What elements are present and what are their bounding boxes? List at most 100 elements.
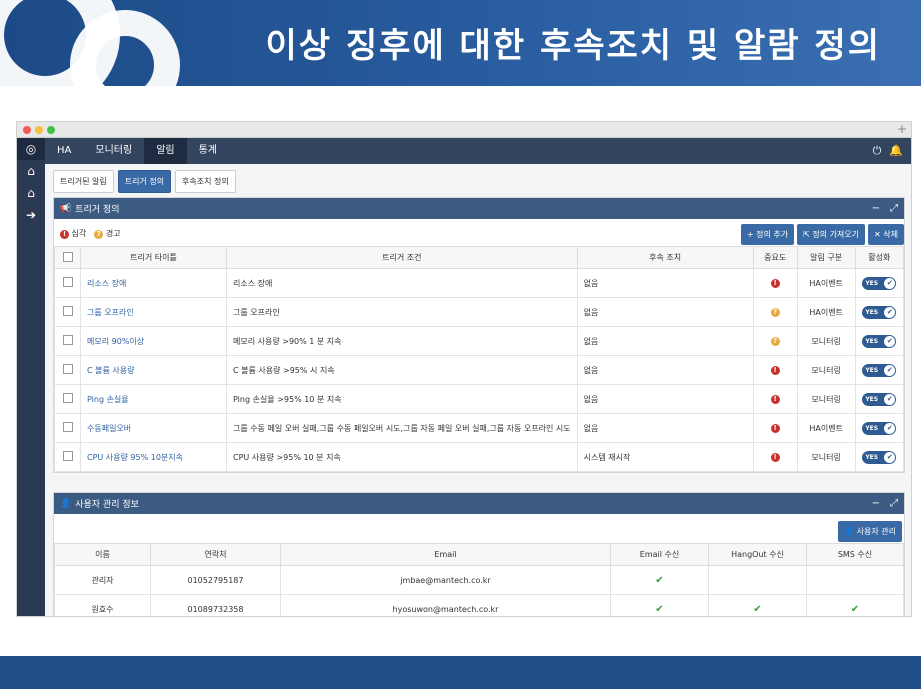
sidebar: ◎ ⌂ ⌂ ➔ bbox=[17, 138, 45, 616]
enabled-toggle[interactable]: YES ✔ bbox=[862, 276, 897, 290]
tab-triggered-alerts[interactable]: 트리거된 알림 bbox=[53, 170, 114, 193]
check-icon: ✔ bbox=[753, 603, 762, 615]
trigger-condition: 메모리 사용량 >90% 1 분 지속 bbox=[226, 326, 578, 356]
row-checkbox[interactable] bbox=[62, 451, 73, 461]
delete-button[interactable]: ✕ 삭제 bbox=[868, 224, 904, 245]
top-navigation: HA 모니터링 알림 통계 ⏻ 🔔 bbox=[45, 138, 911, 164]
critical-icon: ! bbox=[770, 424, 780, 433]
row-checkbox[interactable] bbox=[62, 393, 73, 403]
home-icon[interactable]: ⌂ bbox=[17, 160, 45, 182]
enabled-toggle[interactable]: YES ✔ bbox=[862, 305, 897, 319]
trigger-row[interactable]: CPU 사용량 95% 10분지속 CPU 사용량 >95% 10 분 지속 시스템… bbox=[54, 442, 905, 472]
followup-action: 없음 bbox=[576, 384, 754, 414]
row-checkbox[interactable] bbox=[62, 277, 73, 287]
delete-label: 삭제 bbox=[883, 230, 898, 239]
megaphone-icon: 📢 bbox=[60, 203, 72, 214]
followup-action: 없음 bbox=[576, 355, 754, 385]
col-sms-rx: SMS 수신 bbox=[806, 543, 904, 566]
power-icon[interactable]: ⏻ bbox=[873, 144, 882, 158]
check-icon: ✔ bbox=[884, 451, 896, 463]
check-icon: ✔ bbox=[884, 364, 896, 376]
toggle-label: YES bbox=[865, 424, 879, 432]
nav-item-alerts[interactable]: 알림 bbox=[144, 138, 187, 164]
row-checkbox[interactable] bbox=[62, 306, 73, 316]
tab-followup-definition[interactable]: 후속조치 정의 bbox=[175, 170, 236, 193]
col-severity: 중요도 bbox=[752, 246, 798, 269]
user-email: jmbae@mantech.co.kr bbox=[280, 565, 611, 595]
row-checkbox[interactable] bbox=[62, 422, 73, 432]
logo-icon[interactable]: ◎ bbox=[17, 138, 45, 160]
trigger-condition: 그룹 수동 페일 오버 실패,그룹 수동 페일오버 시도,그룹 자동 페일 오버… bbox=[226, 413, 578, 443]
trigger-row[interactable]: 그룹 오프라인 그룹 오프라인 없음? HA이벤트 YES ✔ bbox=[54, 297, 905, 327]
trigger-title-link[interactable]: 그룹 오프라인 bbox=[87, 308, 134, 317]
trigger-title-link[interactable]: 메모리 90%이상 bbox=[87, 337, 144, 346]
trigger-row[interactable]: 메모리 90%이상 메모리 사용량 >90% 1 분 지속 없음? 모니터링 YES ✔ bbox=[54, 326, 905, 356]
new-tab-icon[interactable]: + bbox=[897, 122, 907, 136]
trigger-panel-title: 트리거 정의 bbox=[75, 205, 120, 215]
slide-title: 이상 징후에 대한 후속조치 및 알람 정의 bbox=[265, 26, 881, 66]
import-definition-button[interactable]: ⇱ 정의 가져오기 bbox=[797, 224, 866, 245]
check-icon: ✔ bbox=[884, 335, 896, 347]
tab-trigger-definition[interactable]: 트리거 정의 bbox=[117, 170, 172, 193]
check-icon: ✔ bbox=[655, 574, 664, 586]
window-titlebar: + bbox=[17, 122, 911, 138]
home-alt-icon[interactable]: ⌂ bbox=[17, 182, 45, 204]
alert-type: 모니터링 bbox=[796, 442, 856, 472]
arrow-right-icon[interactable]: ➔ bbox=[17, 204, 45, 226]
add-definition-button[interactable]: + 정의 추가 bbox=[740, 224, 795, 245]
expand-icon[interactable]: ⤢ bbox=[890, 203, 898, 214]
critical-icon: ! bbox=[770, 366, 780, 375]
trigger-title-link[interactable]: CPU 사용량 95% 10분지속 bbox=[87, 453, 183, 462]
select-all-checkbox[interactable] bbox=[62, 251, 73, 262]
critical-icon: ! bbox=[770, 453, 780, 462]
nav-item-monitoring[interactable]: 모니터링 bbox=[83, 138, 144, 164]
user-email: hyosuwon@mantech.co.kr bbox=[280, 594, 611, 616]
trigger-panel: 📢 트리거 정의 − ⤢ ! 심각 ? 경고 + 정의 추가 ⇱ 정의 가져오기… bbox=[53, 197, 905, 473]
enabled-toggle[interactable]: YES ✔ bbox=[862, 450, 897, 464]
bell-icon[interactable]: 🔔 bbox=[889, 144, 903, 158]
row-checkbox[interactable] bbox=[62, 364, 73, 374]
trigger-actions: + 정의 추가 ⇱ 정의 가져오기 ✕ 삭제 bbox=[740, 224, 904, 245]
nav-item-ha[interactable]: HA bbox=[45, 138, 83, 164]
followup-action: 없음 bbox=[576, 297, 754, 327]
slide-banner: 이상 징후에 대한 후속조치 및 알람 정의 bbox=[0, 0, 921, 86]
trigger-condition: Ping 손실율 >95% 10 분 지속 bbox=[226, 384, 578, 414]
user-collapse-icon[interactable]: − bbox=[872, 498, 880, 509]
manage-users-button[interactable]: 👤 사용자 관리 bbox=[838, 521, 902, 542]
col-phone: 연락처 bbox=[150, 543, 281, 566]
trigger-row[interactable]: 리소스 장애 리소스 장애 없음! HA이벤트 YES ✔ bbox=[54, 268, 905, 298]
alert-type: HA이벤트 bbox=[796, 268, 856, 298]
trigger-condition: 리소스 장애 bbox=[226, 268, 578, 298]
app-window: + ◎ ⌂ ⌂ ➔ HA 모니터링 알림 통계 ⏻ 🔔 트리거된 알림 트리거 … bbox=[16, 121, 912, 617]
col-alert-type: 알림 구분 bbox=[796, 246, 856, 269]
close-dot[interactable] bbox=[23, 126, 31, 134]
user-row[interactable]: 관리자 01052795187 jmbae@mantech.co.kr ✔ bbox=[54, 565, 904, 595]
import-definition-label: 정의 가져오기 bbox=[812, 230, 860, 239]
user-expand-icon[interactable]: ⤢ bbox=[890, 498, 898, 509]
trigger-row[interactable]: 수동페일오버 그룹 수동 페일 오버 실패,그룹 수동 페일오버 시도,그룹 자동… bbox=[54, 413, 905, 443]
maximize-dot[interactable] bbox=[47, 126, 55, 134]
enabled-toggle[interactable]: YES ✔ bbox=[862, 392, 897, 406]
trigger-row[interactable]: Ping 손실율 Ping 손실율 >95% 10 분 지속 없음! 모니터링 YES ✔ bbox=[54, 384, 905, 414]
toggle-label: YES bbox=[865, 366, 879, 374]
trigger-title-link[interactable]: C 볼륨 사용량 bbox=[87, 366, 134, 375]
toggle-label: YES bbox=[865, 453, 879, 461]
user-row[interactable]: 원효수 01089732358 hyosuwon@mantech.co.kr ✔ ✔ ✔ bbox=[54, 594, 904, 616]
trigger-title-link[interactable]: 수동페일오버 bbox=[87, 424, 131, 433]
minimize-dot[interactable] bbox=[35, 126, 43, 134]
enabled-toggle[interactable]: YES ✔ bbox=[862, 363, 897, 377]
followup-action: 없음 bbox=[576, 326, 754, 356]
severity-legend: ! 심각 ? 경고 bbox=[60, 228, 121, 239]
user-panel: 👤 사용자 관리 정보 − ⤢ 👤 사용자 관리 이름 연락처 Email Em… bbox=[53, 492, 905, 616]
col-hangout-rx: HangOut 수신 bbox=[708, 543, 807, 566]
trigger-title-link[interactable]: 리소스 장애 bbox=[87, 279, 126, 288]
trigger-row[interactable]: C 볼륨 사용량 C 볼륨 사용량 >95% 시 지속 없음! 모니터링 YES ✔ bbox=[54, 355, 905, 385]
trigger-title-link[interactable]: Ping 손실율 bbox=[87, 395, 129, 404]
row-checkbox[interactable] bbox=[62, 335, 73, 345]
nav-item-stats[interactable]: 통계 bbox=[187, 138, 229, 164]
collapse-icon[interactable]: − bbox=[872, 203, 880, 214]
check-icon: ✔ bbox=[884, 306, 896, 318]
enabled-toggle[interactable]: YES ✔ bbox=[862, 334, 897, 348]
check-icon: ✔ bbox=[884, 422, 896, 434]
enabled-toggle[interactable]: YES ✔ bbox=[862, 421, 897, 435]
